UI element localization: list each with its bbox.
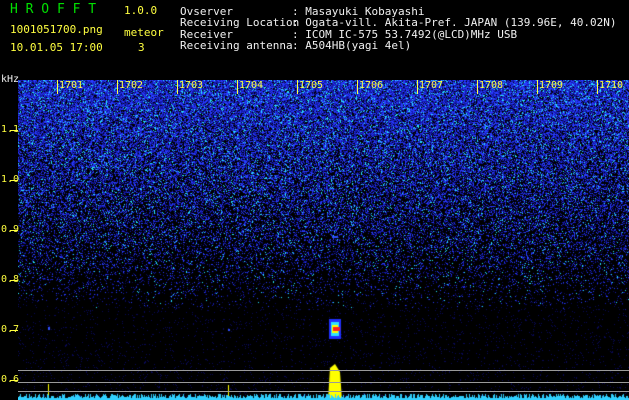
- x-tick-label: 1705: [299, 80, 324, 91]
- app-version: 1.0.0: [124, 4, 158, 17]
- antenna-label: Receiving antenna: [180, 39, 293, 52]
- y-tick-mark: [10, 130, 18, 131]
- antenna-value: : A504HB(yagi 4el): [292, 39, 412, 52]
- x-tick-mark: [477, 80, 478, 94]
- file-name: 1001051700.png: [10, 23, 103, 36]
- observation-datetime: 10.01.05 17:00: [10, 41, 103, 54]
- y-tick-mark: [10, 380, 18, 381]
- x-tick-mark: [177, 80, 178, 94]
- x-tick-label: 1703: [179, 80, 204, 91]
- location-label: Receiving Location: [180, 16, 300, 29]
- meteor-label: meteor: [124, 26, 164, 39]
- x-tick-mark: [357, 80, 358, 94]
- x-tick-mark: [537, 80, 538, 94]
- y-tick-mark: [10, 330, 18, 331]
- spectrogram-canvas: [18, 80, 629, 400]
- frequency-unit-label: kHz: [1, 74, 20, 85]
- x-tick-label: 1710: [599, 80, 624, 91]
- x-tick-mark: [237, 80, 238, 94]
- x-tick-label: 1708: [479, 80, 504, 91]
- x-tick-label: 1707: [419, 80, 444, 91]
- x-tick-mark: [597, 80, 598, 94]
- meteor-count: 3: [138, 41, 145, 54]
- app-title: H R O F F T: [10, 2, 97, 17]
- x-tick-mark: [57, 80, 58, 94]
- x-tick-label: 1704: [239, 80, 264, 91]
- x-tick-label: 1709: [539, 80, 564, 91]
- y-tick-mark: [10, 230, 18, 231]
- location-value: : Ogata-vill. Akita-Pref. JAPAN (139.96E…: [292, 16, 617, 29]
- y-tick-mark: [10, 280, 18, 281]
- x-tick-label: 1702: [119, 80, 144, 91]
- reference-line: [18, 370, 629, 371]
- reference-line: [18, 382, 629, 383]
- x-tick-label: 1701: [59, 80, 84, 91]
- x-tick-mark: [117, 80, 118, 94]
- x-tick-mark: [417, 80, 418, 94]
- x-tick-label: 1706: [359, 80, 384, 91]
- x-tick-mark: [297, 80, 298, 94]
- y-tick-mark: [10, 180, 18, 181]
- reference-line: [18, 391, 629, 392]
